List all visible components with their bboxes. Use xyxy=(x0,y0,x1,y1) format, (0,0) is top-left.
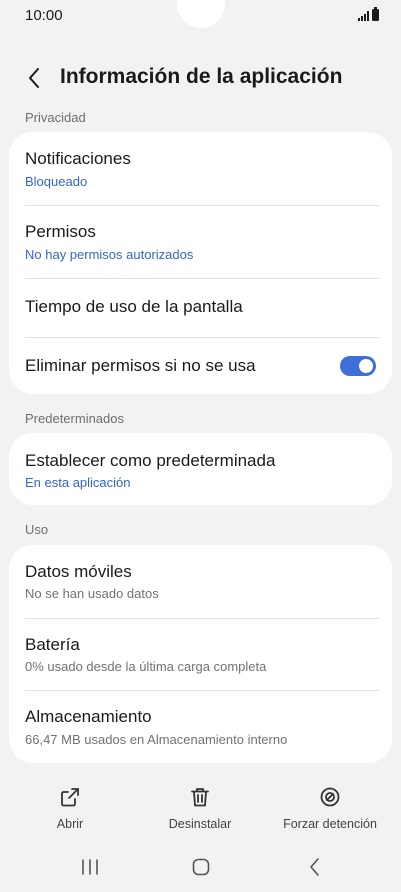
remove-permissions-title: Eliminar permisos si no se usa xyxy=(25,356,256,375)
set-default-row[interactable]: Establecer como predeterminada En esta a… xyxy=(9,433,392,505)
back-icon xyxy=(310,858,319,876)
section-label-usage: Uso xyxy=(25,522,49,537)
permissions-title: Permisos xyxy=(25,222,96,241)
screen-time-row[interactable]: Tiempo de uso de la pantalla xyxy=(9,279,392,337)
camera-notch xyxy=(177,0,225,28)
privacy-card: Notificaciones Bloqueado Permisos No hay… xyxy=(9,132,392,394)
toggle-knob xyxy=(359,359,373,373)
page-title: Información de la aplicación xyxy=(60,65,343,88)
set-default-subtitle: En esta aplicación xyxy=(25,475,131,490)
screen-time-title: Tiempo de uso de la pantalla xyxy=(25,297,243,316)
status-bar: 10:00 xyxy=(0,0,401,32)
navigation-bar xyxy=(0,848,401,888)
battery-title: Batería xyxy=(25,635,80,654)
permissions-subtitle: No hay permisos autorizados xyxy=(25,247,194,262)
signal-icon xyxy=(358,11,369,21)
mobile-data-title: Datos móviles xyxy=(25,562,132,581)
section-label-defaults: Predeterminados xyxy=(25,411,124,426)
set-default-title: Establecer como predeterminada xyxy=(25,451,276,470)
nav-back-button[interactable] xyxy=(303,856,327,878)
remove-permissions-toggle[interactable] xyxy=(340,356,376,376)
remove-permissions-row[interactable]: Eliminar permisos si no se usa xyxy=(9,338,392,394)
battery-icon xyxy=(372,7,379,21)
home-button[interactable] xyxy=(189,856,213,878)
storage-title: Almacenamiento xyxy=(25,707,152,726)
open-external-icon xyxy=(61,788,79,807)
recents-icon xyxy=(82,859,98,875)
mobile-data-subtitle: No se han usado datos xyxy=(25,586,159,601)
force-stop-button[interactable]: Forzar detención xyxy=(270,780,390,836)
status-time: 10:00 xyxy=(25,7,63,24)
status-icons xyxy=(358,7,379,21)
mobile-data-row[interactable]: Datos móviles No se han usado datos xyxy=(9,545,392,618)
open-button[interactable]: Abrir xyxy=(10,780,130,836)
bottom-action-bar: Abrir Desinstalar Forzar detención xyxy=(0,780,401,840)
chevron-left-icon xyxy=(29,68,39,88)
section-label-privacy: Privacidad xyxy=(25,110,86,125)
battery-row[interactable]: Batería 0% usado desde la última carga c… xyxy=(9,619,392,690)
permissions-row[interactable]: Permisos No hay permisos autorizados xyxy=(9,206,392,278)
stop-icon xyxy=(320,787,340,807)
trash-icon xyxy=(191,788,209,807)
app-bar: Información de la aplicación xyxy=(0,60,401,96)
force-stop-label: Forzar detención xyxy=(283,817,377,831)
back-button[interactable] xyxy=(20,62,48,94)
home-icon xyxy=(192,858,210,876)
battery-subtitle: 0% usado desde la última carga completa xyxy=(25,659,267,674)
notifications-subtitle: Bloqueado xyxy=(25,174,88,189)
uninstall-label: Desinstalar xyxy=(168,817,232,831)
recents-button[interactable] xyxy=(78,856,102,878)
notifications-title: Notificaciones xyxy=(25,149,131,168)
notifications-row[interactable]: Notificaciones Bloqueado xyxy=(9,132,392,205)
storage-subtitle: 66,47 MB usados en Almacenamiento intern… xyxy=(25,732,288,747)
usage-card: Datos móviles No se han usado datos Bate… xyxy=(9,545,392,763)
open-label: Abrir xyxy=(56,817,84,831)
storage-row[interactable]: Almacenamiento 66,47 MB usados en Almace… xyxy=(9,691,392,763)
uninstall-button[interactable]: Desinstalar xyxy=(140,780,260,836)
defaults-card: Establecer como predeterminada En esta a… xyxy=(9,433,392,505)
